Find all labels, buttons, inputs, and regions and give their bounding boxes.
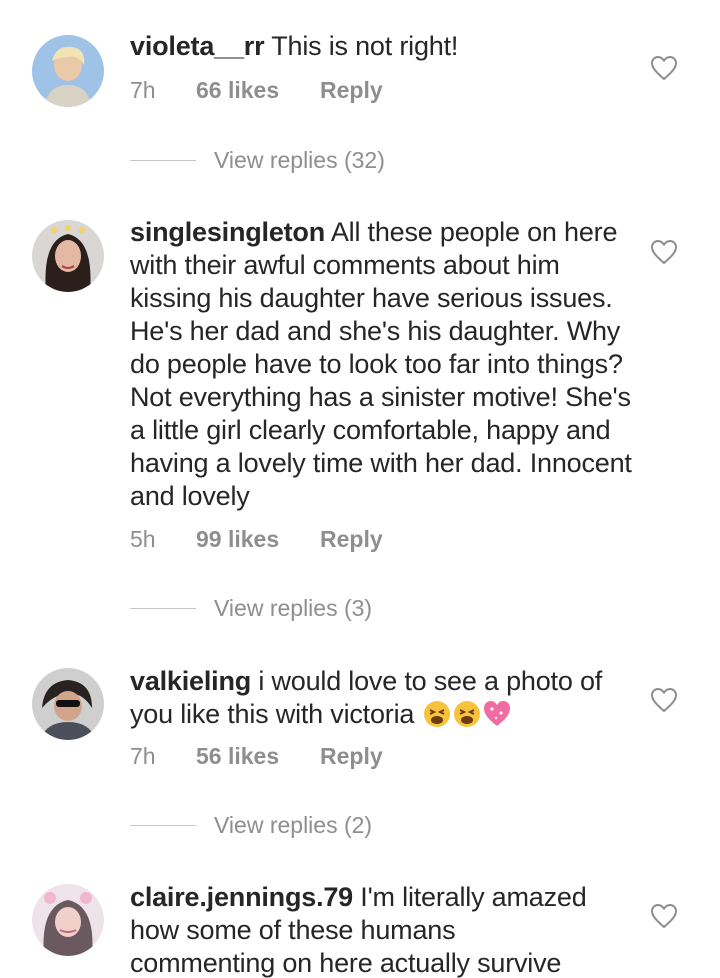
like-heart-icon[interactable] bbox=[650, 687, 678, 713]
avatar[interactable] bbox=[32, 35, 104, 107]
comment-time: 7h bbox=[130, 742, 156, 769]
tired-face-emoji bbox=[423, 701, 450, 727]
view-replies-button[interactable]: View replies (2) bbox=[130, 809, 372, 841]
view-replies-button[interactable]: View replies (3) bbox=[130, 592, 372, 624]
like-heart-icon[interactable] bbox=[650, 239, 678, 265]
divider bbox=[130, 824, 196, 826]
comment-username[interactable]: claire.jennings.79 bbox=[130, 882, 353, 912]
divider bbox=[130, 607, 196, 609]
comment-username[interactable]: valkieling bbox=[130, 666, 251, 696]
comment-text: violeta__rr This is not right! bbox=[130, 30, 630, 63]
comment-text: valkieling i would love to see a photo o… bbox=[130, 665, 630, 731]
view-replies-button[interactable]: View replies (32) bbox=[130, 144, 385, 176]
tired-face-emoji bbox=[453, 701, 480, 727]
comment-text: singlesingleton All these people on here… bbox=[130, 216, 635, 513]
comment-body: This is not right! bbox=[264, 31, 459, 61]
sparkling-heart-emoji bbox=[483, 701, 510, 726]
comment-likes[interactable]: 66 likes bbox=[196, 77, 320, 104]
avatar[interactable] bbox=[32, 668, 104, 740]
view-replies-label[interactable]: View replies (2) bbox=[214, 812, 372, 839]
comment-text: claire.jennings.79 I'm literally amazed … bbox=[130, 881, 600, 978]
comment-username[interactable]: singlesingleton bbox=[130, 217, 325, 247]
reply-button[interactable]: Reply bbox=[320, 743, 383, 770]
reply-button[interactable]: Reply bbox=[320, 77, 383, 104]
comments-list: violeta__rr This is not right! 7h 66 lik… bbox=[0, 0, 720, 978]
view-replies-label[interactable]: View replies (3) bbox=[214, 595, 372, 622]
comment-time: 5h bbox=[130, 525, 156, 552]
comment-body: All these people on here with their awfu… bbox=[130, 217, 632, 511]
comment-likes[interactable]: 99 likes bbox=[196, 526, 320, 553]
avatar[interactable] bbox=[32, 884, 104, 956]
like-heart-icon[interactable] bbox=[650, 903, 678, 929]
comment-time: 7h bbox=[130, 76, 156, 103]
comment-meta: 7h 66 likes Reply bbox=[130, 74, 383, 106]
divider bbox=[130, 159, 196, 161]
comment-meta: 7h 56 likes Reply bbox=[130, 740, 383, 772]
comment-username[interactable]: violeta__rr bbox=[130, 31, 265, 61]
reply-button[interactable]: Reply bbox=[320, 526, 383, 553]
comment-meta: 5h 99 likes Reply bbox=[130, 523, 383, 555]
comment-likes[interactable]: 56 likes bbox=[196, 743, 320, 770]
like-heart-icon[interactable] bbox=[650, 55, 678, 81]
view-replies-label[interactable]: View replies (32) bbox=[214, 147, 385, 174]
avatar[interactable] bbox=[32, 220, 104, 292]
